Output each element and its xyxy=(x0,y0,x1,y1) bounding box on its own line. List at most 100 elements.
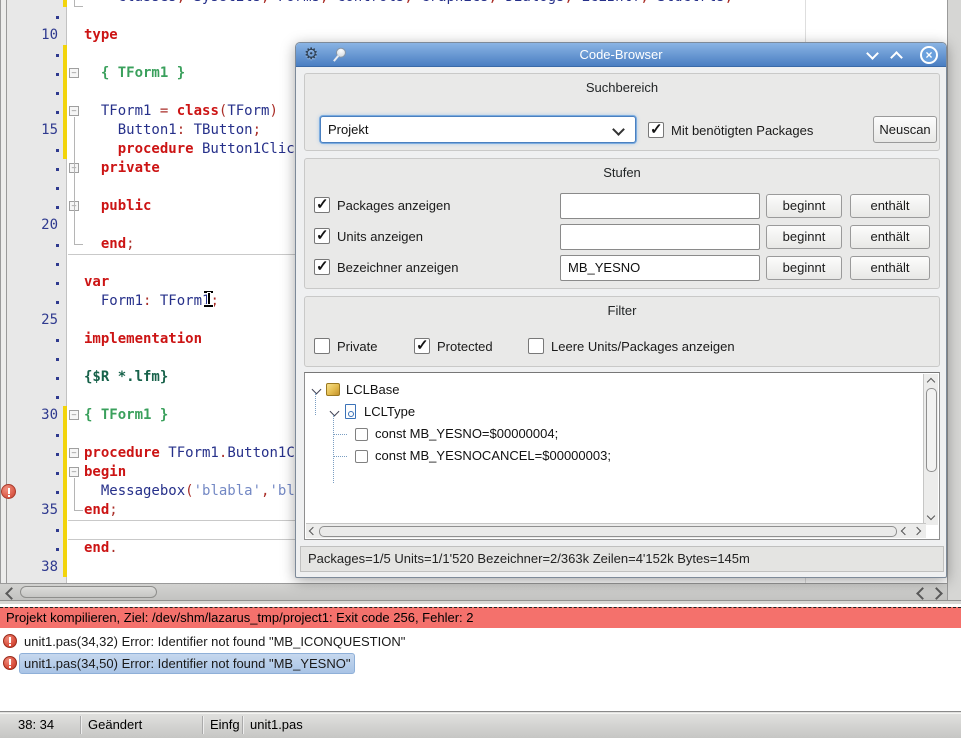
code-line[interactable] xyxy=(67,83,84,102)
browser-statusbar: Packages=1/5 Units=1/1'520 Bezeichner=2/… xyxy=(300,546,944,572)
message-row[interactable]: unit1.pas(34,50) Error: Identifier not f… xyxy=(0,652,961,674)
browser-tree[interactable]: LCLBaseLCLTypeconst MB_YESNO=$00000004;c… xyxy=(304,372,940,540)
fold-connector xyxy=(74,117,75,244)
stufen-label: Bezeichner anzeigen xyxy=(337,260,458,275)
tree-vertical-scrollbar[interactable] xyxy=(923,374,938,525)
begins-button[interactable]: beginnt xyxy=(766,194,842,218)
tree-item[interactable]: LCLType xyxy=(305,401,905,423)
tree-item[interactable]: const MB_YESNO=$00000004; xyxy=(305,423,905,445)
code-line[interactable] xyxy=(67,45,84,64)
stufen-filter-input[interactable] xyxy=(560,224,760,250)
code-line[interactable]: { TForm1 } xyxy=(67,406,168,425)
code-line[interactable] xyxy=(67,387,84,406)
shade-button[interactable] xyxy=(866,49,878,61)
code-line[interactable]: type xyxy=(67,26,118,45)
editor-horizontal-scrollbar[interactable] xyxy=(0,583,947,600)
code-line[interactable]: {$R *.lfm} xyxy=(67,368,168,387)
code-line[interactable]: Button1: TButton; xyxy=(67,121,261,140)
scroll-left-icon[interactable] xyxy=(309,527,317,535)
scroll-left-icon[interactable] xyxy=(5,587,18,600)
error-icon xyxy=(3,634,17,648)
stufen-filter-input[interactable]: MB_YESNO xyxy=(560,255,760,281)
code-line[interactable]: var xyxy=(67,273,109,292)
editor-statusbar: 38: 34 Geändert Einfg unit1.pas xyxy=(0,711,961,738)
code-line[interactable]: implementation xyxy=(67,330,202,349)
begins-button[interactable]: beginnt xyxy=(766,225,842,249)
stufen-checkbox[interactable]: ✓ xyxy=(314,197,330,213)
code-browser-dialog: ⚙ Code-Browser × Suchbereich Projekt ✓ M… xyxy=(295,42,947,578)
tree-item-checkbox[interactable] xyxy=(355,450,368,463)
filter-checkbox[interactable]: ✓ xyxy=(414,338,430,354)
gutter-dot xyxy=(56,244,59,247)
code-line[interactable]: private xyxy=(67,159,160,178)
scope-combobox[interactable]: Projekt xyxy=(320,116,636,143)
code-line[interactable]: public xyxy=(67,197,151,216)
code-line[interactable] xyxy=(67,349,84,368)
chevron-down-icon[interactable] xyxy=(330,407,340,417)
contains-button[interactable]: enthält xyxy=(850,225,930,249)
editor-vertical-scrollbar[interactable] xyxy=(947,0,961,600)
code-fold-icon[interactable]: – xyxy=(69,68,79,78)
scroll-left-icon[interactable] xyxy=(916,587,929,600)
package-icon xyxy=(326,383,340,396)
scroll-right-icon[interactable] xyxy=(913,527,921,535)
stufen-filter-input[interactable] xyxy=(560,193,760,219)
code-line[interactable] xyxy=(67,520,84,539)
code-line[interactable] xyxy=(67,558,84,577)
filter-checkbox[interactable] xyxy=(314,338,330,354)
code-line[interactable]: end. xyxy=(67,539,118,558)
messages-header[interactable]: Projekt kompilieren, Ziel: /dev/shm/laza… xyxy=(0,607,961,628)
gutter-dot xyxy=(56,301,59,304)
tree-item-checkbox[interactable] xyxy=(355,428,368,441)
tree-item[interactable]: const MB_YESNOCANCEL=$00000003; xyxy=(305,445,905,467)
tree-item[interactable]: LCLBase xyxy=(305,379,905,401)
code-line[interactable]: Form1: TForm1; xyxy=(67,292,219,311)
code-line[interactable] xyxy=(67,178,84,197)
scroll-right-icon[interactable] xyxy=(930,587,943,600)
scroll-up-icon[interactable] xyxy=(927,378,935,386)
gutter-dot xyxy=(56,111,59,114)
code-fold-icon[interactable]: – xyxy=(69,410,79,420)
rescan-button[interactable]: Neuscan xyxy=(873,116,937,143)
code-line[interactable] xyxy=(67,7,84,26)
code-line[interactable] xyxy=(67,425,84,444)
stufen-checkbox[interactable]: ✓ xyxy=(314,228,330,244)
gutter-dot xyxy=(56,548,59,551)
stufen-checkbox[interactable]: ✓ xyxy=(314,259,330,275)
with-packages-checkbox[interactable]: ✓ xyxy=(648,122,664,138)
code-line[interactable]: TForm1 = class(TForm) xyxy=(67,102,278,121)
close-button[interactable]: × xyxy=(920,46,938,64)
tree-connector xyxy=(333,456,347,457)
code-line[interactable]: { TForm1 } xyxy=(67,64,185,83)
tree-horizontal-scrollbar[interactable] xyxy=(306,523,926,538)
maximize-button[interactable] xyxy=(890,49,902,61)
dialog-titlebar[interactable]: ⚙ Code-Browser × xyxy=(296,43,946,67)
messages-panel[interactable]: Projekt kompilieren, Ziel: /dev/shm/laza… xyxy=(0,604,961,711)
code-fold-icon[interactable]: – xyxy=(69,448,79,458)
code-line[interactable]: Classes, SysUtils, Forms, Controls, Grap… xyxy=(67,0,733,7)
filter-checkbox[interactable] xyxy=(528,338,544,354)
code-line[interactable] xyxy=(67,254,84,273)
code-fold-icon[interactable]: – xyxy=(69,106,79,116)
tree-item-label: const MB_YESNO=$00000004; xyxy=(375,423,558,445)
filter-group: Filter Private✓ProtectedLeere Units/Pack… xyxy=(304,296,940,367)
tree-hscroll-thumb[interactable] xyxy=(319,526,897,537)
gutter-line-number: 25 xyxy=(18,311,58,330)
gutter-dot xyxy=(56,491,59,494)
code-fold-icon[interactable]: – xyxy=(69,467,79,477)
contains-button[interactable]: enthält xyxy=(850,194,930,218)
scroll-down-icon[interactable] xyxy=(927,512,935,520)
chevron-down-icon[interactable] xyxy=(312,385,322,395)
tree-vscroll-thumb[interactable] xyxy=(926,388,937,472)
contains-button[interactable]: enthält xyxy=(850,256,930,280)
begins-button[interactable]: beginnt xyxy=(766,256,842,280)
gutter-dot xyxy=(56,187,59,190)
code-line[interactable] xyxy=(67,216,84,235)
code-line[interactable] xyxy=(67,311,84,330)
editor-gutter[interactable]: 10152025303538 xyxy=(7,0,67,583)
message-row[interactable]: unit1.pas(34,32) Error: Identifier not f… xyxy=(0,630,961,652)
dialog-title: Code-Browser xyxy=(296,43,946,67)
gutter-dot xyxy=(56,73,59,76)
editor-hscroll-thumb[interactable] xyxy=(20,586,157,598)
scroll-left-icon[interactable] xyxy=(901,527,909,535)
